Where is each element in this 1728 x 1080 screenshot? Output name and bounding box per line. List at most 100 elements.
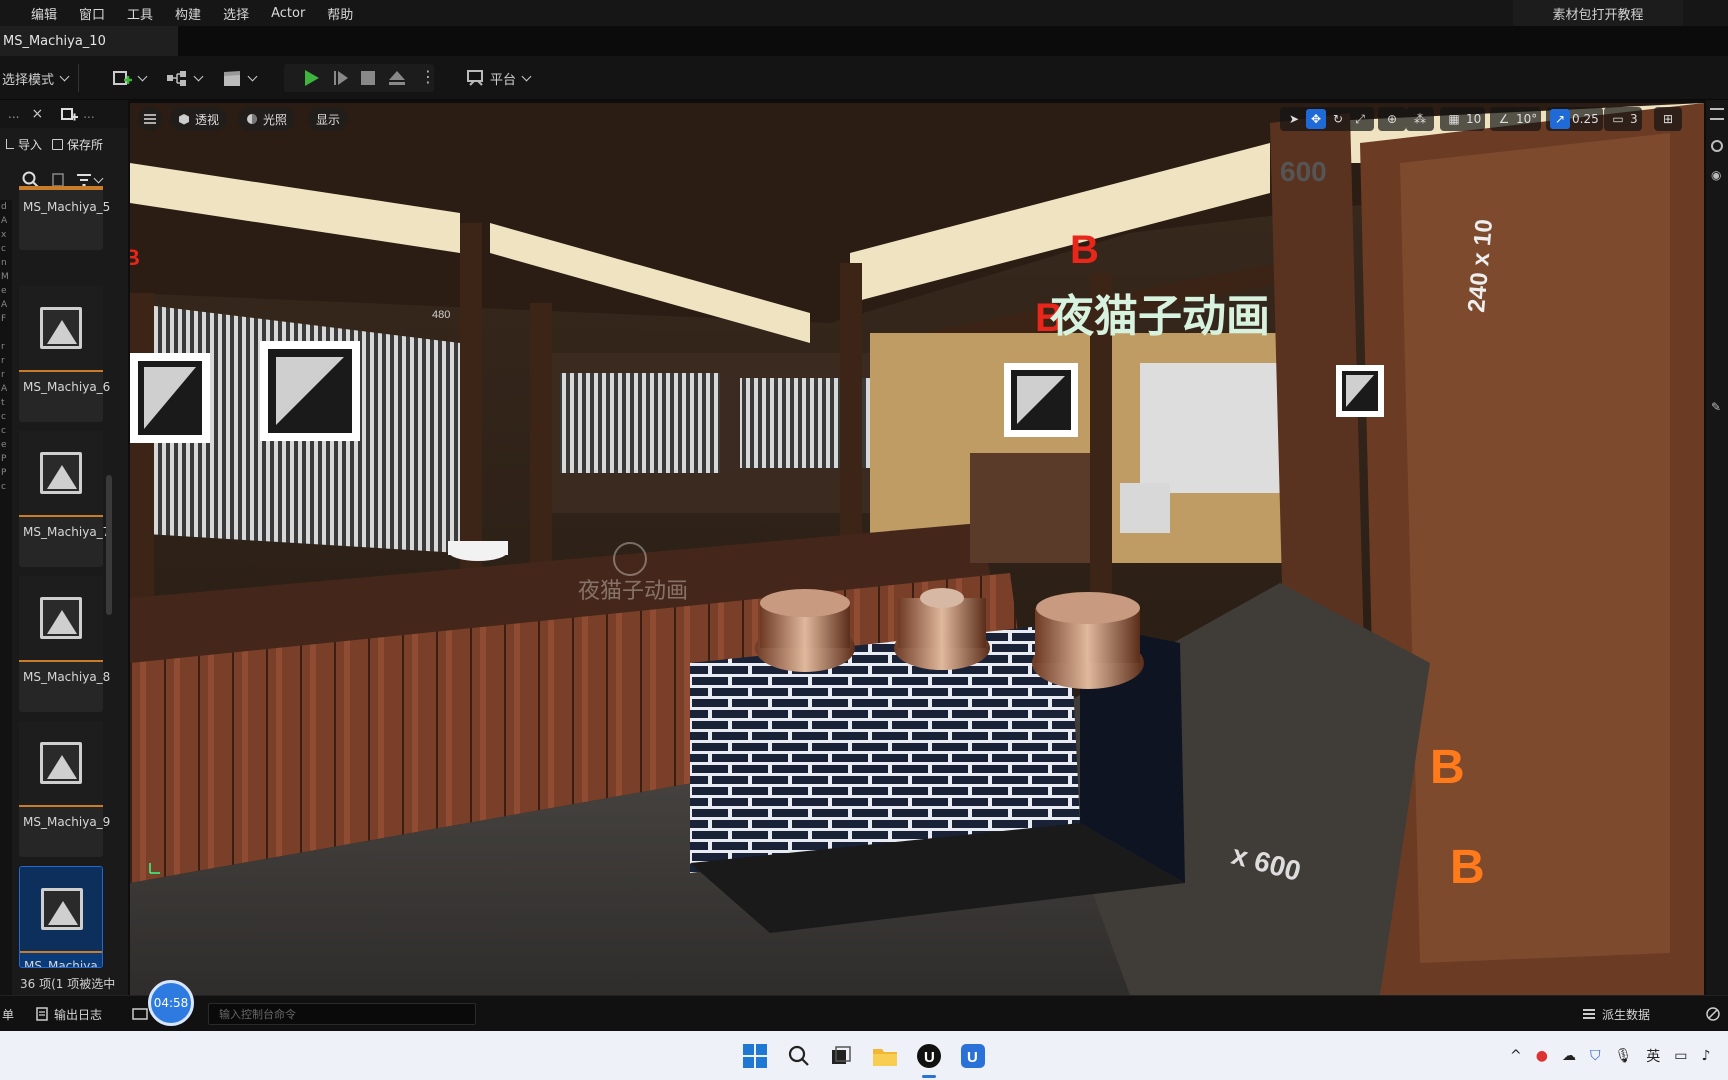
menu-help[interactable]: 帮助 xyxy=(316,4,364,23)
coordinate-system-button[interactable]: ⊕ xyxy=(1378,107,1406,131)
menu-bar: 编辑 窗口 工具 构建 选择 Actor 帮助 素材包打开教程 xyxy=(0,0,1728,26)
ime-indicator[interactable]: 英 xyxy=(1646,1046,1660,1066)
viewport-menu-button[interactable] xyxy=(138,107,162,131)
save-icon xyxy=(52,138,64,150)
select-icon[interactable]: ➤ xyxy=(1284,109,1304,129)
show-button[interactable]: 显示 xyxy=(308,107,349,131)
more-options-icon[interactable]: ⋮ xyxy=(420,68,436,86)
asset-tile[interactable]: MS_Machiya_9 xyxy=(19,721,110,857)
grid-icon: ▦ xyxy=(1448,112,1460,126)
save-all-button[interactable]: 保存所 xyxy=(52,136,103,153)
surface-snap-button[interactable]: ⁂ xyxy=(1406,107,1434,131)
svg-text:B: B xyxy=(130,245,140,270)
eye-icon[interactable]: ◉ xyxy=(1711,168,1721,182)
step-icon[interactable] xyxy=(332,69,350,87)
svg-text:B: B xyxy=(1430,741,1465,794)
task-view-icon[interactable] xyxy=(826,1041,856,1071)
security-icon[interactable]: ● xyxy=(1536,1048,1548,1064)
main-toolbar: 选择模式 ⋮ 平台 xyxy=(0,56,1728,100)
windows-start-icon[interactable] xyxy=(740,1041,770,1071)
platform-dropdown[interactable]: 平台 xyxy=(466,64,532,92)
filter-button[interactable] xyxy=(76,173,104,187)
add-actor-button[interactable] xyxy=(112,64,148,92)
asset-thumbnail xyxy=(20,867,102,953)
lighting-button[interactable]: 光照 xyxy=(238,107,296,131)
add-content-icon[interactable] xyxy=(61,106,79,122)
eject-icon[interactable] xyxy=(388,69,406,87)
search-icon[interactable] xyxy=(784,1041,814,1071)
cinematics-button[interactable] xyxy=(222,64,258,92)
hamburger-icon xyxy=(144,114,156,124)
menu-window[interactable]: 窗口 xyxy=(68,4,116,23)
volume-icon[interactable]: ♪ xyxy=(1701,1048,1710,1064)
outliner-icon[interactable] xyxy=(1711,140,1723,152)
derived-data-button[interactable]: 派生数据 xyxy=(1582,996,1650,1032)
console-input[interactable]: 输入控制台命令 xyxy=(208,1003,476,1025)
blueprint-icon xyxy=(167,71,186,86)
menu-select[interactable]: 选择 xyxy=(212,4,260,23)
item-count: 36 项(1 项被选中 xyxy=(20,977,116,991)
neon-sign: 夜猫子动画 xyxy=(1049,291,1270,342)
rotation-snap-value: 10° xyxy=(1516,112,1538,126)
chevron-down-icon xyxy=(521,71,532,81)
source-control-button[interactable] xyxy=(1705,996,1721,1032)
menu-tools[interactable]: 工具 xyxy=(116,4,164,23)
perspective-button[interactable]: 透视 xyxy=(170,107,228,131)
epic-launcher-icon[interactable]: U xyxy=(958,1041,988,1071)
filter-icon xyxy=(77,174,91,186)
import-icon xyxy=(6,139,14,149)
grid-snap-button[interactable]: ▦ 10 xyxy=(1440,107,1486,131)
edit-icon[interactable]: ✎ xyxy=(1711,400,1721,414)
level-tab[interactable]: MS_Machiya_10 xyxy=(0,26,178,56)
mode-dropdown[interactable]: 选择模式 xyxy=(2,64,70,92)
asset-thumbnail xyxy=(19,576,103,662)
output-log-button[interactable]: 输出日志 xyxy=(36,996,102,1032)
scale-snap-button[interactable]: ↗ 0.25 xyxy=(1546,107,1603,131)
details-icon[interactable] xyxy=(1710,108,1724,120)
stop-icon[interactable] xyxy=(360,70,376,86)
menu-build[interactable]: 构建 xyxy=(164,4,212,23)
move-icon[interactable]: ✥ xyxy=(1306,109,1326,129)
level-viewport[interactable]: B B B B B 600 240 x 10 480 x 600 夜猫子动画 夜… xyxy=(130,103,1704,995)
file-explorer-icon[interactable] xyxy=(870,1041,900,1071)
add-actor-icon xyxy=(113,71,132,85)
cmd-icon[interactable] xyxy=(132,996,148,1032)
play-icon[interactable] xyxy=(302,69,320,87)
asset-tile[interactable]: MS_Machiya_7 xyxy=(19,431,110,567)
camera-speed-button[interactable]: ▭ 3 xyxy=(1604,107,1642,131)
asset-scrollbar[interactable] xyxy=(106,475,112,615)
menu-actor[interactable]: Actor xyxy=(260,6,316,21)
asset-tile[interactable]: MS_Machiya_5 xyxy=(19,190,110,250)
cloud-icon[interactable]: ☁ xyxy=(1562,1048,1576,1064)
asset-label: MS_Machiya_8 xyxy=(23,670,111,684)
save-search-icon[interactable] xyxy=(52,173,64,187)
import-button[interactable]: 导入 xyxy=(6,136,42,153)
display-icon[interactable]: ▭ xyxy=(1674,1048,1687,1064)
asset-label: MS_Machiya_5 xyxy=(23,200,111,214)
svg-text:U: U xyxy=(967,1049,978,1066)
asset-thumbnail xyxy=(19,286,103,372)
tutorial-link[interactable]: 素材包打开教程 xyxy=(1513,0,1683,26)
asset-tile[interactable]: MS_Machiya_6 xyxy=(19,286,110,422)
scale-icon[interactable]: ⤢ xyxy=(1350,109,1370,129)
menu-edit[interactable]: 编辑 xyxy=(20,4,68,23)
panel-tab-dots[interactable]: ... xyxy=(8,107,19,121)
chevron-up-icon[interactable]: ^ xyxy=(1510,1048,1522,1064)
viewport-layout-button[interactable]: ⊞ xyxy=(1654,107,1682,131)
asset-tile[interactable]: MS_Machiya_8 xyxy=(19,576,110,712)
close-icon[interactable]: × xyxy=(31,106,43,122)
shield-icon[interactable]: ⛉ xyxy=(1590,1048,1601,1064)
save-all-label: 保存所 xyxy=(67,137,104,152)
rotate-icon[interactable]: ↻ xyxy=(1328,109,1348,129)
content-drawer-button[interactable]: 单 xyxy=(2,996,14,1032)
blueprint-button[interactable] xyxy=(166,64,204,92)
unreal-engine-icon[interactable]: U xyxy=(914,1041,944,1071)
windows-logo-icon xyxy=(743,1044,767,1068)
rotation-snap-button[interactable]: ∠ 10° xyxy=(1490,107,1542,131)
scale-snap-icon: ↗ xyxy=(1550,109,1570,129)
microphone-icon[interactable]: 🎙 xyxy=(1614,1048,1632,1064)
asset-tile-selected[interactable]: MS_Machiya xyxy=(19,866,103,968)
asset-label: MS_Machiya_6 xyxy=(23,380,111,394)
layout-icon: ⊞ xyxy=(1662,112,1674,126)
asset-label: MS_Machiya xyxy=(24,959,98,968)
